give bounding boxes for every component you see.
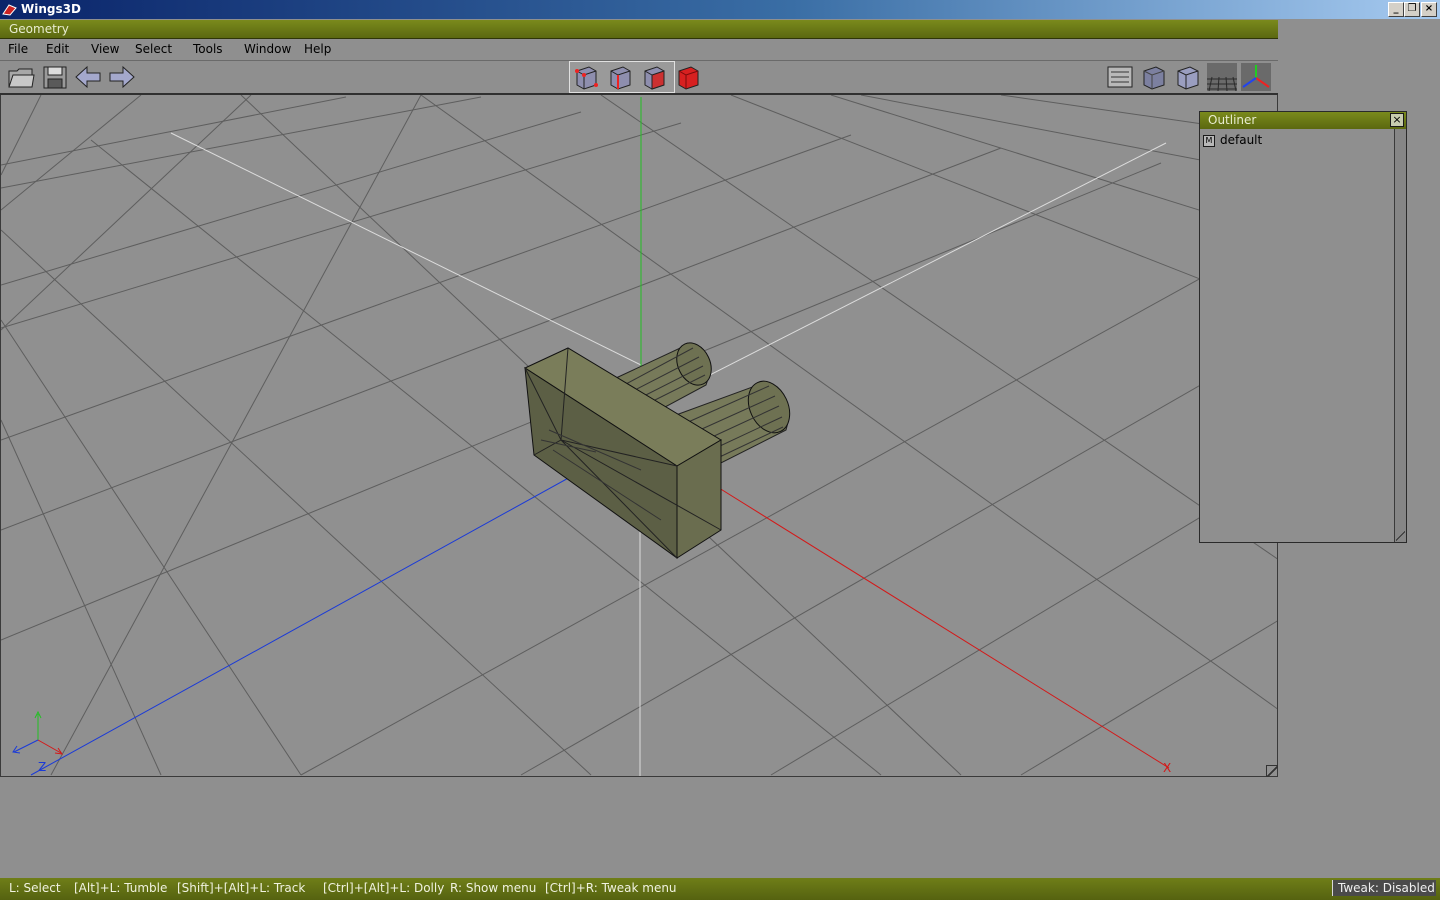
menu-tools[interactable]: Tools — [193, 42, 223, 56]
outliner-header[interactable]: Outliner × — [1200, 112, 1406, 129]
x-axis-line — [710, 482, 1170, 769]
outliner-title: Outliner — [1208, 113, 1257, 127]
close-icon[interactable]: × — [1390, 113, 1404, 127]
z-axis-label: Z — [38, 760, 46, 774]
viewport-resize-grip[interactable] — [1266, 765, 1278, 777]
undo-arrow-icon[interactable] — [73, 63, 103, 91]
open-file-icon[interactable] — [6, 63, 36, 91]
window-title: Wings3D — [21, 2, 81, 16]
grid-negative-z-line — [640, 142, 1167, 411]
menu-window[interactable]: Window — [244, 42, 291, 56]
menu-select[interactable]: Select — [135, 42, 172, 56]
outliner-scrollbar[interactable] — [1395, 129, 1406, 542]
outliner-resize-grip[interactable] — [1396, 531, 1405, 541]
close-icon[interactable]: × — [1421, 2, 1437, 17]
axes-icon[interactable] — [1241, 63, 1271, 91]
outliner-list — [1200, 129, 1395, 542]
minimize-icon[interactable]: _ — [1388, 2, 1404, 17]
material-icon: M — [1203, 134, 1215, 147]
axis-gizmo: Z — [12, 710, 64, 774]
hint-tumble: [Alt]+L: Tumble — [74, 881, 168, 895]
list-item[interactable]: Mdefault — [1203, 133, 1262, 147]
edge-select-icon[interactable] — [605, 63, 635, 91]
hint-tweak-menu: [Ctrl]+R: Tweak menu — [545, 881, 677, 895]
hint-show-menu: R: Show menu — [450, 881, 537, 895]
geometry-window-header: Geometry — [0, 20, 1278, 39]
x-axis-label: X — [1163, 761, 1171, 775]
redo-arrow-icon[interactable] — [107, 63, 137, 91]
hint-track: [Shift]+[Alt]+L: Track — [177, 881, 306, 895]
z-axis-line — [30, 459, 602, 776]
hint-select: L: Select — [9, 881, 61, 895]
list-item-label: default — [1220, 133, 1263, 147]
status-bar: L: Select [Alt]+L: Tumble [Shift]+[Alt]+… — [0, 878, 1440, 900]
wings-app-icon — [2, 4, 17, 16]
outliner-panel: Outliner × Mdefault — [1199, 111, 1407, 543]
menu-edit[interactable]: Edit — [46, 42, 69, 56]
face-select-icon[interactable] — [639, 63, 669, 91]
3d-viewport[interactable]: X Z — [0, 95, 1278, 777]
scene: X Z — [1, 95, 1277, 776]
restore-icon[interactable]: ❐ — [1404, 2, 1420, 17]
menu-bar: File Edit View Select Tools Window Help — [0, 39, 1278, 61]
grid-negative-x-line — [170, 132, 642, 366]
window-title-bar: Wings3D _ ❐ × — [0, 0, 1440, 19]
hint-dolly: [Ctrl]+[Alt]+L: Dolly — [323, 881, 445, 895]
view-settings-icon[interactable] — [1105, 63, 1135, 91]
menu-view[interactable]: View — [91, 42, 119, 56]
ground-grid-icon[interactable] — [1207, 63, 1237, 91]
menu-file[interactable]: File — [8, 42, 28, 56]
toolbar — [0, 61, 1278, 95]
geometry-title: Geometry — [9, 22, 69, 36]
tweak-status-badge: Tweak: Disabled — [1332, 880, 1436, 896]
menu-help[interactable]: Help — [304, 42, 331, 56]
flat-shade-icon[interactable] — [1173, 63, 1203, 91]
body-select-icon[interactable] — [673, 63, 703, 91]
smooth-shade-icon[interactable] — [1139, 63, 1169, 91]
vertex-select-icon[interactable] — [571, 63, 601, 91]
save-file-icon[interactable] — [40, 63, 70, 91]
